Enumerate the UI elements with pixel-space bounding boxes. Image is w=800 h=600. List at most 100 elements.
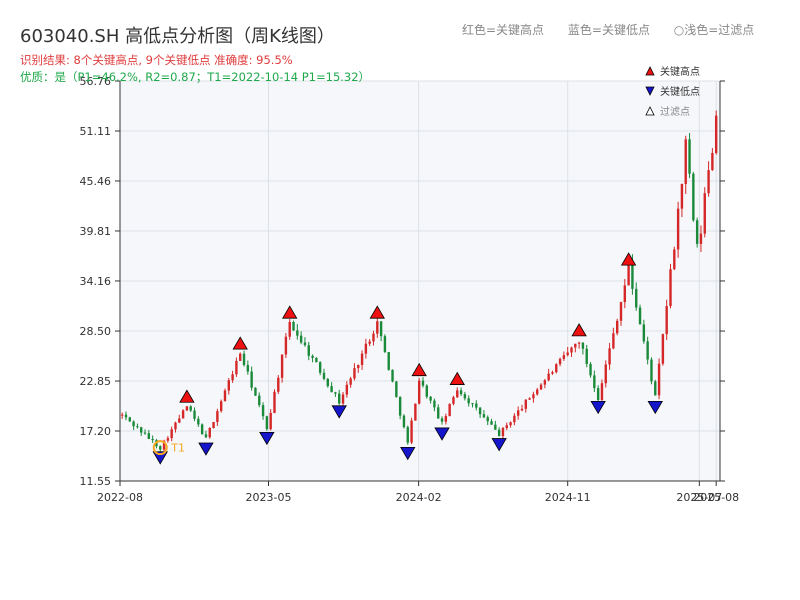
candle [219, 399, 223, 413]
candle [414, 403, 417, 421]
candle-body [334, 392, 337, 394]
candle [406, 425, 409, 445]
candle-body [140, 427, 143, 433]
candle-body [349, 378, 352, 385]
candle-body [684, 139, 687, 184]
candle-body [475, 403, 478, 408]
candle-body [566, 352, 569, 356]
candle-body [497, 429, 501, 437]
candle-body [699, 233, 703, 244]
candle-body [471, 403, 474, 405]
candle-body [280, 354, 284, 378]
candle-body [501, 427, 505, 437]
candle-body [459, 390, 463, 395]
x-tick-label: 2024-02 [396, 491, 442, 504]
candle-body [490, 421, 493, 425]
candle-body [410, 420, 413, 443]
candle-body [185, 406, 189, 411]
candle-body [284, 336, 288, 355]
candle-body [265, 416, 269, 430]
candle-body [596, 388, 600, 400]
candle-body [486, 417, 489, 422]
candle-body [318, 362, 322, 373]
candle-body [585, 348, 588, 364]
candle-body [528, 398, 531, 400]
candle [638, 304, 642, 325]
candle [265, 415, 269, 431]
y-tick-label: 39.81 [80, 225, 112, 238]
candle [185, 406, 189, 412]
candle [273, 389, 276, 414]
candle-body [524, 399, 528, 409]
candle-body [623, 285, 627, 303]
candle-body [532, 394, 535, 399]
candle-body [562, 355, 566, 359]
candle-body [452, 397, 455, 404]
candle-body [665, 306, 668, 335]
candle-body [204, 434, 208, 438]
y-tick-label: 45.46 [80, 175, 112, 188]
candle-body [676, 208, 680, 250]
candle-body [143, 432, 147, 434]
candle [688, 132, 691, 179]
candle-body [261, 405, 265, 417]
candle-body [714, 115, 718, 154]
candle-body [467, 398, 470, 404]
candle-body [456, 390, 459, 398]
candle [692, 171, 695, 222]
candle-body [159, 446, 162, 450]
candle-body [589, 363, 592, 376]
candle [657, 358, 661, 400]
legend-high-label: 关键高点 [660, 65, 700, 78]
candle-body [444, 416, 448, 422]
candle-body [646, 341, 649, 360]
candle-body [574, 343, 577, 348]
x-tick-label: 2025-08 [693, 491, 739, 504]
candle-body [520, 408, 524, 411]
candle-body [505, 425, 508, 428]
candle-body [174, 422, 177, 430]
candle-body [299, 335, 303, 343]
candle-body [482, 414, 486, 418]
candle-body [509, 422, 512, 426]
candle-body [124, 414, 128, 418]
candle-body [219, 401, 223, 412]
candle-body [539, 384, 543, 390]
y-tick-label: 51.11 [80, 125, 112, 138]
candle-body [673, 249, 676, 270]
candle [615, 318, 619, 336]
candle-body [151, 438, 154, 441]
candle-body [376, 321, 379, 334]
candle-body [478, 407, 482, 415]
candle-body [383, 336, 387, 353]
candle-body [387, 352, 390, 370]
candle-body [543, 380, 547, 385]
candle [650, 357, 653, 385]
candle-body [608, 348, 611, 365]
candle-body [258, 395, 261, 406]
candle-body [341, 394, 345, 404]
candlestick-chart: T1 11.55 17.20 22.85 28.50 34.16 39.81 45.46 51… [80, 65, 740, 504]
candle-body [661, 334, 665, 364]
candle-body [414, 403, 417, 421]
candle-body [269, 412, 272, 430]
candle-body [372, 333, 375, 342]
candle-body [189, 406, 192, 411]
candle-body [635, 288, 638, 308]
candle-body [128, 417, 131, 422]
candle [673, 246, 676, 271]
candle [391, 369, 394, 383]
candle-body [604, 364, 607, 384]
candle-body [692, 173, 695, 221]
candle [383, 334, 387, 353]
candle-body [250, 371, 253, 388]
quality-summary: 优质：是（P1=46.2%, R2=0.87；T1=2022-10-14 P1=… [20, 70, 371, 84]
candle-body [326, 378, 329, 387]
candle-body [368, 341, 371, 344]
candle-body [421, 380, 425, 386]
candle [395, 380, 398, 398]
candle-body [178, 418, 181, 423]
candle-body [402, 415, 406, 428]
candle [589, 361, 592, 378]
candle-body [558, 358, 562, 365]
